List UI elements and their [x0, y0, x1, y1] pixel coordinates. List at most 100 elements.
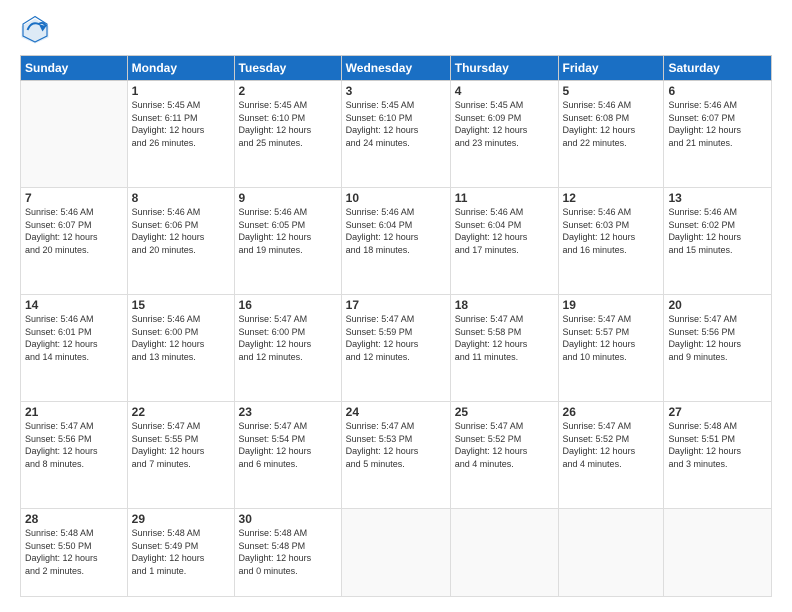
weekday-header-monday: Monday	[127, 56, 234, 81]
week-row-1: 1Sunrise: 5:45 AM Sunset: 6:11 PM Daylig…	[21, 81, 772, 188]
day-info: Sunrise: 5:48 AM Sunset: 5:49 PM Dayligh…	[132, 527, 230, 577]
weekday-header-tuesday: Tuesday	[234, 56, 341, 81]
day-number: 12	[563, 191, 660, 205]
day-number: 16	[239, 298, 337, 312]
header	[20, 15, 772, 45]
calendar-cell	[558, 508, 664, 596]
page: SundayMondayTuesdayWednesdayThursdayFrid…	[0, 0, 792, 612]
day-info: Sunrise: 5:47 AM Sunset: 5:59 PM Dayligh…	[346, 313, 446, 363]
calendar-cell: 22Sunrise: 5:47 AM Sunset: 5:55 PM Dayli…	[127, 401, 234, 508]
weekday-header-wednesday: Wednesday	[341, 56, 450, 81]
day-number: 11	[455, 191, 554, 205]
day-info: Sunrise: 5:47 AM Sunset: 5:52 PM Dayligh…	[563, 420, 660, 470]
week-row-2: 7Sunrise: 5:46 AM Sunset: 6:07 PM Daylig…	[21, 187, 772, 294]
calendar-cell: 9Sunrise: 5:46 AM Sunset: 6:05 PM Daylig…	[234, 187, 341, 294]
calendar-cell: 26Sunrise: 5:47 AM Sunset: 5:52 PM Dayli…	[558, 401, 664, 508]
day-info: Sunrise: 5:46 AM Sunset: 6:02 PM Dayligh…	[668, 206, 767, 256]
calendar-cell: 14Sunrise: 5:46 AM Sunset: 6:01 PM Dayli…	[21, 294, 128, 401]
day-number: 3	[346, 84, 446, 98]
logo	[20, 15, 54, 45]
calendar-cell: 25Sunrise: 5:47 AM Sunset: 5:52 PM Dayli…	[450, 401, 558, 508]
day-number: 10	[346, 191, 446, 205]
day-number: 17	[346, 298, 446, 312]
day-info: Sunrise: 5:45 AM Sunset: 6:09 PM Dayligh…	[455, 99, 554, 149]
calendar-cell	[21, 81, 128, 188]
calendar-cell: 3Sunrise: 5:45 AM Sunset: 6:10 PM Daylig…	[341, 81, 450, 188]
day-number: 24	[346, 405, 446, 419]
day-number: 18	[455, 298, 554, 312]
day-info: Sunrise: 5:48 AM Sunset: 5:48 PM Dayligh…	[239, 527, 337, 577]
day-number: 4	[455, 84, 554, 98]
calendar-cell: 6Sunrise: 5:46 AM Sunset: 6:07 PM Daylig…	[664, 81, 772, 188]
day-number: 14	[25, 298, 123, 312]
day-info: Sunrise: 5:46 AM Sunset: 6:04 PM Dayligh…	[346, 206, 446, 256]
week-row-5: 28Sunrise: 5:48 AM Sunset: 5:50 PM Dayli…	[21, 508, 772, 596]
day-info: Sunrise: 5:47 AM Sunset: 5:56 PM Dayligh…	[668, 313, 767, 363]
day-info: Sunrise: 5:47 AM Sunset: 5:55 PM Dayligh…	[132, 420, 230, 470]
day-number: 8	[132, 191, 230, 205]
calendar-cell: 1Sunrise: 5:45 AM Sunset: 6:11 PM Daylig…	[127, 81, 234, 188]
day-info: Sunrise: 5:47 AM Sunset: 5:58 PM Dayligh…	[455, 313, 554, 363]
day-number: 9	[239, 191, 337, 205]
day-info: Sunrise: 5:46 AM Sunset: 6:01 PM Dayligh…	[25, 313, 123, 363]
day-info: Sunrise: 5:46 AM Sunset: 6:04 PM Dayligh…	[455, 206, 554, 256]
calendar-cell: 18Sunrise: 5:47 AM Sunset: 5:58 PM Dayli…	[450, 294, 558, 401]
calendar-cell: 29Sunrise: 5:48 AM Sunset: 5:49 PM Dayli…	[127, 508, 234, 596]
day-info: Sunrise: 5:46 AM Sunset: 6:05 PM Dayligh…	[239, 206, 337, 256]
weekday-header-friday: Friday	[558, 56, 664, 81]
day-number: 30	[239, 512, 337, 526]
day-info: Sunrise: 5:47 AM Sunset: 5:53 PM Dayligh…	[346, 420, 446, 470]
calendar-cell: 5Sunrise: 5:46 AM Sunset: 6:08 PM Daylig…	[558, 81, 664, 188]
day-number: 13	[668, 191, 767, 205]
calendar-cell: 8Sunrise: 5:46 AM Sunset: 6:06 PM Daylig…	[127, 187, 234, 294]
day-number: 15	[132, 298, 230, 312]
calendar-cell: 11Sunrise: 5:46 AM Sunset: 6:04 PM Dayli…	[450, 187, 558, 294]
calendar-cell: 20Sunrise: 5:47 AM Sunset: 5:56 PM Dayli…	[664, 294, 772, 401]
weekday-header-saturday: Saturday	[664, 56, 772, 81]
calendar-cell: 27Sunrise: 5:48 AM Sunset: 5:51 PM Dayli…	[664, 401, 772, 508]
day-number: 28	[25, 512, 123, 526]
day-number: 27	[668, 405, 767, 419]
day-info: Sunrise: 5:46 AM Sunset: 6:07 PM Dayligh…	[668, 99, 767, 149]
day-info: Sunrise: 5:47 AM Sunset: 6:00 PM Dayligh…	[239, 313, 337, 363]
day-number: 7	[25, 191, 123, 205]
calendar-cell	[450, 508, 558, 596]
calendar-table: SundayMondayTuesdayWednesdayThursdayFrid…	[20, 55, 772, 597]
calendar-cell: 21Sunrise: 5:47 AM Sunset: 5:56 PM Dayli…	[21, 401, 128, 508]
day-info: Sunrise: 5:46 AM Sunset: 6:03 PM Dayligh…	[563, 206, 660, 256]
day-info: Sunrise: 5:47 AM Sunset: 5:52 PM Dayligh…	[455, 420, 554, 470]
day-number: 25	[455, 405, 554, 419]
calendar-cell: 16Sunrise: 5:47 AM Sunset: 6:00 PM Dayli…	[234, 294, 341, 401]
calendar-cell	[664, 508, 772, 596]
day-info: Sunrise: 5:46 AM Sunset: 6:08 PM Dayligh…	[563, 99, 660, 149]
logo-icon	[20, 15, 50, 45]
week-row-4: 21Sunrise: 5:47 AM Sunset: 5:56 PM Dayli…	[21, 401, 772, 508]
day-number: 5	[563, 84, 660, 98]
calendar-cell: 30Sunrise: 5:48 AM Sunset: 5:48 PM Dayli…	[234, 508, 341, 596]
day-number: 6	[668, 84, 767, 98]
day-info: Sunrise: 5:46 AM Sunset: 6:07 PM Dayligh…	[25, 206, 123, 256]
calendar-cell: 28Sunrise: 5:48 AM Sunset: 5:50 PM Dayli…	[21, 508, 128, 596]
calendar-cell: 23Sunrise: 5:47 AM Sunset: 5:54 PM Dayli…	[234, 401, 341, 508]
day-info: Sunrise: 5:48 AM Sunset: 5:50 PM Dayligh…	[25, 527, 123, 577]
day-number: 26	[563, 405, 660, 419]
day-info: Sunrise: 5:47 AM Sunset: 5:54 PM Dayligh…	[239, 420, 337, 470]
day-info: Sunrise: 5:47 AM Sunset: 5:57 PM Dayligh…	[563, 313, 660, 363]
day-info: Sunrise: 5:46 AM Sunset: 6:06 PM Dayligh…	[132, 206, 230, 256]
calendar-cell: 15Sunrise: 5:46 AM Sunset: 6:00 PM Dayli…	[127, 294, 234, 401]
day-number: 23	[239, 405, 337, 419]
calendar-cell: 17Sunrise: 5:47 AM Sunset: 5:59 PM Dayli…	[341, 294, 450, 401]
calendar-cell: 2Sunrise: 5:45 AM Sunset: 6:10 PM Daylig…	[234, 81, 341, 188]
day-number: 20	[668, 298, 767, 312]
calendar-cell: 7Sunrise: 5:46 AM Sunset: 6:07 PM Daylig…	[21, 187, 128, 294]
day-number: 21	[25, 405, 123, 419]
calendar-cell: 24Sunrise: 5:47 AM Sunset: 5:53 PM Dayli…	[341, 401, 450, 508]
day-number: 22	[132, 405, 230, 419]
day-info: Sunrise: 5:46 AM Sunset: 6:00 PM Dayligh…	[132, 313, 230, 363]
calendar-cell: 19Sunrise: 5:47 AM Sunset: 5:57 PM Dayli…	[558, 294, 664, 401]
weekday-header-sunday: Sunday	[21, 56, 128, 81]
day-info: Sunrise: 5:48 AM Sunset: 5:51 PM Dayligh…	[668, 420, 767, 470]
day-number: 19	[563, 298, 660, 312]
calendar-cell: 12Sunrise: 5:46 AM Sunset: 6:03 PM Dayli…	[558, 187, 664, 294]
calendar-cell	[341, 508, 450, 596]
